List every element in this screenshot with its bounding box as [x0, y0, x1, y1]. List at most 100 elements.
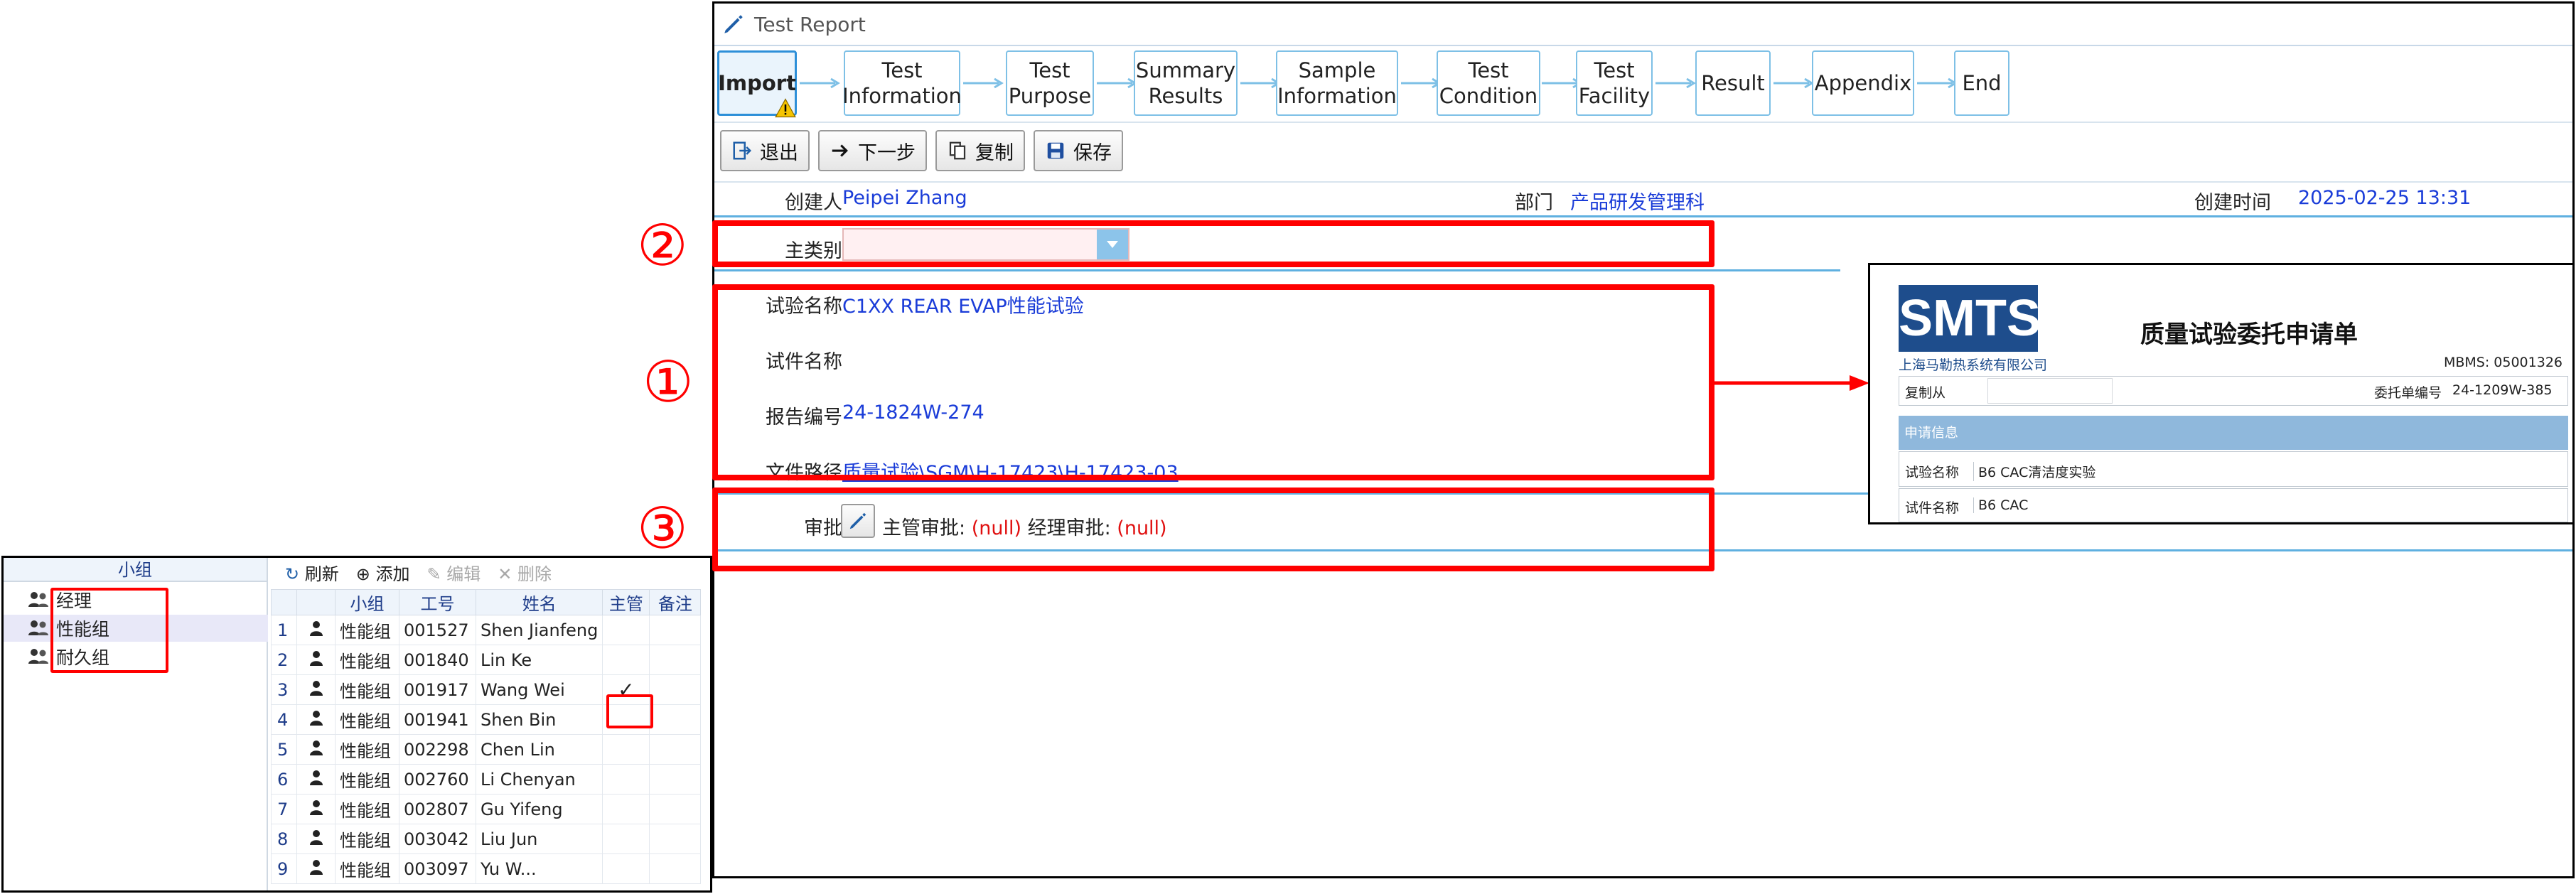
highlight-box-approval [712, 488, 1714, 571]
next-step-button[interactable]: 下一步 [818, 130, 927, 171]
form-row-part-name: 试件名称 B6 CAC [1899, 488, 2568, 522]
column-header[interactable]: 姓名 [475, 589, 603, 615]
user-icon [309, 770, 323, 785]
wizard-step-test-facility[interactable]: Test Facility [1576, 50, 1653, 116]
wizard-arrow-icon [963, 77, 1004, 89]
user-icon [309, 650, 323, 666]
toolbar: 退出 下一步 复制 保存 [720, 130, 1123, 176]
name-cell: Shen Bin [475, 704, 603, 735]
highlight-box-category [712, 220, 1714, 267]
copy-button[interactable]: 复制 [935, 130, 1025, 171]
row-number: 2 [271, 645, 297, 675]
name-cell: Liu Jun [475, 824, 603, 854]
lead-cell [602, 734, 650, 765]
note-cell [649, 734, 702, 765]
wizard-step-summary-results[interactable]: Summary Results [1134, 50, 1238, 116]
wizard-step-sample-information[interactable]: Sample Information [1276, 50, 1398, 116]
lead-cell [602, 615, 650, 645]
member-toolbar: ↻ 刷新 ⊕ 添加 ✎ 编辑 ✕ 删除 [271, 558, 710, 586]
column-header[interactable]: 小组 [335, 589, 399, 615]
creator-value: Peipei Zhang [842, 187, 967, 209]
note-cell [649, 853, 702, 884]
row-number: 7 [271, 794, 297, 824]
table-row[interactable]: 9 性能组 003097 Yu W... [271, 853, 702, 884]
delete-icon: ✕ [498, 564, 512, 584]
edit-button[interactable]: ✎ 编辑 [427, 560, 481, 585]
wizard-step-test-information[interactable]: Test Information [842, 50, 962, 116]
created-time-label: 创建时间 [2194, 192, 2271, 214]
row-separator [714, 269, 1840, 271]
created-time-value: 2025-02-25 13:31 [2298, 187, 2472, 209]
name-cell: Shen Jianfeng [475, 615, 603, 645]
wizard-step-test-condition[interactable]: Test Condition [1437, 50, 1540, 116]
column-header[interactable]: 备注 [649, 589, 702, 615]
user-icon [309, 829, 323, 845]
employee-id-cell: 002760 [399, 764, 476, 795]
user-icon [309, 799, 323, 815]
user-icon [296, 615, 336, 645]
column-header[interactable]: 工号 [399, 589, 476, 615]
table-row[interactable]: 8 性能组 003042 Liu Jun [271, 824, 702, 854]
wizard-step-import[interactable]: Import [717, 50, 797, 118]
wizard-step-appendix[interactable]: Appendix [1812, 50, 1914, 116]
wizard-step-test-purpose[interactable]: Test Purpose [1006, 50, 1094, 116]
employee-id-cell: 003097 [399, 853, 476, 884]
lead-cell [602, 824, 650, 854]
group-cell: 性能组 [335, 615, 399, 645]
group-cell: 性能组 [335, 734, 399, 765]
lead-cell [602, 764, 650, 795]
divider [714, 122, 2572, 123]
note-cell [649, 645, 702, 675]
column-header[interactable]: 主管 [602, 589, 650, 615]
marker-three: ③ [637, 495, 688, 561]
wizard-arrow-icon [1655, 77, 1696, 89]
users-icon [28, 620, 48, 635]
copy-from-input [1987, 378, 2113, 404]
table-row[interactable]: 6 性能组 002760 Li Chenyan [271, 764, 702, 795]
divider [714, 181, 2572, 183]
save-button[interactable]: 保存 [1034, 130, 1123, 171]
group-cell: 性能组 [335, 704, 399, 735]
wizard-arrow-icon [1917, 77, 1958, 89]
employee-id-cell: 002807 [399, 794, 476, 824]
exit-button[interactable]: 退出 [720, 130, 810, 171]
table-row[interactable]: 1 性能组 001527 Shen Jianfeng [271, 615, 702, 645]
name-cell: Lin Ke [475, 645, 603, 675]
row-separator [714, 215, 2572, 217]
table-row[interactable]: 2 性能组 001840 Lin Ke [271, 645, 702, 675]
group-management-panel: 小组 经理 性能组 耐久组 ↻ 刷新 ⊕ 添加 ✎ 编辑 ✕ 删除 小组 工号 [1, 556, 712, 893]
employee-id-cell: 001527 [399, 615, 476, 645]
delete-button[interactable]: ✕ 删除 [498, 560, 552, 585]
department-label: 部门 [1515, 192, 1553, 214]
user-icon [309, 859, 323, 875]
note-cell [649, 764, 702, 795]
lead-cell [602, 645, 650, 675]
wizard-arrow-icon [1097, 77, 1137, 89]
employee-id-cell: 001917 [399, 674, 476, 705]
form-section-header: 申请信息 [1899, 416, 2568, 450]
user-icon [296, 674, 336, 705]
group-cell: 性能组 [335, 794, 399, 824]
save-disk-icon [1047, 142, 1064, 159]
table-row[interactable]: 5 性能组 002298 Chen Lin [271, 734, 702, 765]
employee-id-cell: 001840 [399, 645, 476, 675]
row-number: 9 [271, 853, 297, 884]
user-icon [296, 794, 336, 824]
pointer-arrow [1713, 375, 1869, 391]
row-number: 6 [271, 764, 297, 795]
form-title: 质量试验委托申请单 [2140, 321, 2358, 349]
users-icon [28, 592, 48, 607]
refresh-button[interactable]: ↻ 刷新 [285, 560, 339, 585]
user-icon [296, 824, 336, 854]
lead-cell [602, 853, 650, 884]
row-number: 4 [271, 704, 297, 735]
arrow-right-icon [832, 144, 848, 157]
add-button[interactable]: ⊕ 添加 [356, 560, 410, 585]
table-header-row: 小组 工号 姓名 主管 备注 [271, 589, 702, 615]
user-icon [296, 645, 336, 675]
row-number: 5 [271, 734, 297, 765]
wizard-step-result[interactable]: Result [1695, 50, 1771, 116]
group-cell: 性能组 [335, 853, 399, 884]
table-row[interactable]: 7 性能组 002807 Gu Yifeng [271, 794, 702, 824]
wizard-step-end[interactable]: End [1954, 50, 2009, 116]
